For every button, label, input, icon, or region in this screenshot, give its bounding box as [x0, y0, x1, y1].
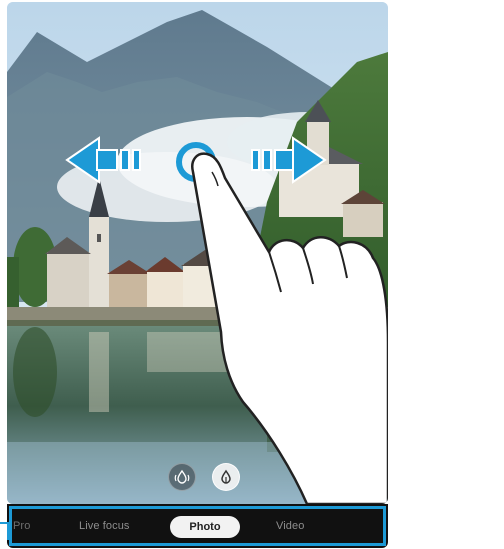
- callout-line: [0, 522, 9, 540]
- mode-video[interactable]: Video: [276, 520, 304, 532]
- wide-lens-button[interactable]: [212, 463, 240, 491]
- mode-photo-selected[interactable]: Photo: [170, 516, 240, 538]
- ultra-wide-lens-button[interactable]: [168, 463, 196, 491]
- viewfinder-scene: [7, 2, 388, 504]
- camera-mode-bar: Pro Live focus Photo Video: [7, 504, 388, 548]
- mode-photo-label: Photo: [189, 521, 221, 533]
- mode-live-focus[interactable]: Live focus: [79, 520, 130, 532]
- camera-guide-illustration: Pro Live focus Photo Video: [0, 0, 504, 549]
- camera-viewfinder[interactable]: [7, 2, 388, 504]
- mode-pro[interactable]: Pro: [13, 520, 30, 532]
- ultra-wide-lens-icon: [174, 469, 190, 484]
- wide-lens-icon: [221, 469, 231, 484]
